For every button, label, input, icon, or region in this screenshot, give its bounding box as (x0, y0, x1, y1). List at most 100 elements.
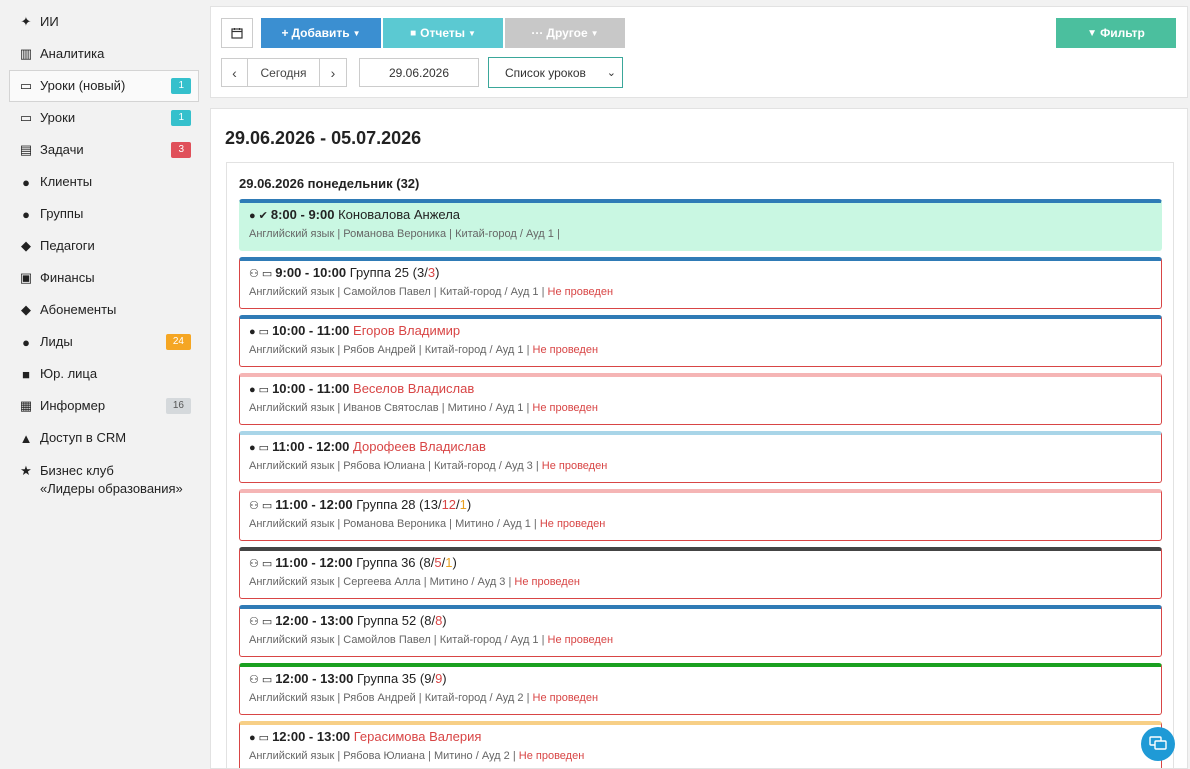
users-icon: ⚇ (249, 500, 259, 512)
count-badge: 24 (165, 334, 191, 350)
sidebar-item-label-line2: «Лидеры образования» (40, 481, 183, 496)
student-name[interactable]: Веселов Владислав (353, 381, 474, 396)
next-week-button[interactable]: › (320, 58, 347, 87)
sidebar-item-groups[interactable]: ● Группы (0, 198, 205, 230)
caret-down-icon: ▼ (352, 28, 361, 38)
sidebar-item-crm-access[interactable]: ▲ Доступ в CRM (0, 422, 205, 454)
sidebar-item-legal[interactable]: ■ Юр. лица (0, 358, 205, 390)
lesson-room: Митино / Ауд 3 (429, 576, 506, 588)
view-select[interactable]: Список уроков ⌄ (488, 57, 623, 88)
sidebar-item-lessons[interactable]: ▭ Уроки 1 (0, 102, 205, 134)
calendar-view-button[interactable] (221, 18, 253, 48)
group-name[interactable]: Группа 25 (350, 265, 409, 280)
filter-button[interactable]: ▼ Фильтр (1056, 18, 1176, 48)
toolbar: + Добавить ▼ ■ Отчеты ▼ ··· Другое ▼ ▼ Ф… (210, 6, 1188, 98)
lesson-subject: Английский язык (249, 402, 335, 414)
calendar-icon: ▭ (258, 442, 270, 454)
lesson-subject: Английский язык (249, 460, 335, 472)
user-icon: ● (22, 174, 30, 190)
lesson-details: Английский язык | Иванов Святослав | Мит… (249, 402, 598, 414)
lesson-subject: Английский язык (249, 634, 335, 646)
sidebar-item-leads[interactable]: ● Лиды 24 (0, 326, 205, 358)
lesson-details: Английский язык | Романова Вероника | Ки… (249, 228, 560, 240)
group-name[interactable]: Группа 35 (357, 671, 416, 686)
lesson-details: Английский язык | Сергеева Алла | Митино… (249, 576, 580, 588)
sidebar-item-label: Лиды (40, 334, 73, 349)
chat-icon (1149, 736, 1167, 750)
lesson-card[interactable]: ● ✔ 8:00 - 9:00 Коновалова Анжела Английски… (239, 199, 1162, 251)
today-button[interactable]: Сегодня (248, 58, 320, 87)
sidebar-item-analytics[interactable]: ▥ Аналитика (0, 38, 205, 70)
plus-icon: + (281, 26, 289, 40)
sidebar-item-label: Абонементы (40, 302, 117, 317)
date-input[interactable] (359, 58, 479, 87)
lesson-subject: Английский язык (249, 692, 335, 704)
lesson-status: Не проведен (547, 286, 614, 298)
student-name[interactable]: Коновалова Анжела (338, 207, 460, 222)
lesson-details: Английский язык | Романова Вероника | Ми… (249, 518, 606, 530)
lesson-teacher: Сергеева Алла (343, 576, 421, 588)
sidebar-item-label: Задачи (40, 142, 84, 157)
users-icon: ● (22, 206, 30, 222)
prev-week-button[interactable]: ‹ (221, 58, 248, 87)
chevron-left-icon: ‹ (232, 64, 237, 81)
sidebar-item-business-club[interactable]: ★ Бизнес клуб «Лидеры образования» (0, 454, 205, 496)
caret-down-icon: ▼ (467, 28, 476, 38)
group-name[interactable]: Группа 28 (356, 497, 415, 512)
lesson-room: Китай-город / Ауд 1 (439, 634, 539, 646)
sidebar-item-label: Группы (40, 206, 84, 221)
student-name[interactable]: Дорофеев Владислав (353, 439, 486, 454)
users-icon: ⚇ (249, 268, 259, 280)
lesson-room: Митино / Ауд 1 (447, 402, 524, 414)
sidebar-item-teachers[interactable]: ◆ Педагоги (0, 230, 205, 262)
sidebar-item-lessons-new[interactable]: ▭ Уроки (новый) 1 (9, 70, 199, 102)
sidebar-item-finance[interactable]: ▣ Финансы (0, 262, 205, 294)
sidebar-item-clients[interactable]: ● Клиенты (0, 166, 205, 198)
day-group: 29.06.2026 понедельник (32) ● ✔ 8:00 - 9:0… (226, 162, 1174, 768)
lesson-teacher: Рябов Андрей (343, 344, 416, 356)
lesson-card[interactable]: ⚇ ▭ 12:00 - 13:00 Группа 52 (8/8) Английски… (239, 605, 1162, 657)
chat-button[interactable] (1141, 727, 1175, 761)
group-name[interactable]: Группа 36 (356, 555, 415, 570)
sidebar-item-subscriptions[interactable]: ◆ Абонементы (0, 294, 205, 326)
sidebar-item-ai[interactable]: ✦ ИИ (0, 6, 205, 38)
lesson-card[interactable]: ● ▭ 10:00 - 11:00 Егоров Владимир Английски… (239, 315, 1162, 367)
user-icon: ● (249, 442, 256, 454)
tag-icon: ◆ (21, 302, 31, 317)
lesson-time: 11:00 - 12:00 (272, 439, 350, 454)
group-name[interactable]: Группа 52 (357, 613, 416, 628)
lesson-card[interactable]: ● ▭ 11:00 - 12:00 Дорофеев Владислав Англий… (239, 431, 1162, 483)
lesson-card[interactable]: ● ▭ 12:00 - 13:00 Герасимова Валерия Англий… (239, 721, 1162, 768)
add-button-label: Добавить (291, 26, 350, 40)
lesson-time: 12:00 - 13:00 (275, 613, 354, 628)
lesson-time: 10:00 - 11:00 (272, 381, 350, 396)
sidebar: ✦ ИИ ▥ Аналитика ▭ Уроки (новый) 1 ▭ Уроки 1 ▤ Зада… (0, 0, 205, 769)
lesson-card[interactable]: ⚇ ▭ 11:00 - 12:00 Группа 36 (8/5/1) Английс… (239, 547, 1162, 599)
count-badge: 1 (171, 110, 191, 126)
sidebar-item-label: ИИ (40, 14, 59, 29)
lesson-time: 9:00 - 10:00 (275, 265, 347, 280)
student-name[interactable]: Герасимова Валерия (354, 729, 482, 744)
reports-button[interactable]: ■ Отчеты ▼ (383, 18, 503, 48)
sidebar-item-label: Уроки (40, 110, 76, 125)
lesson-time: 10:00 - 11:00 (272, 323, 350, 338)
lesson-card[interactable]: ⚇ ▭ 11:00 - 12:00 Группа 28 (13/12/1) Англи… (239, 489, 1162, 541)
clipboard-icon: ▤ (19, 142, 33, 157)
lesson-card[interactable]: ⚇ ▭ 9:00 - 10:00 Группа 25 (3/3) Английский… (239, 257, 1162, 309)
other-button[interactable]: ··· Другое ▼ (505, 18, 625, 48)
sidebar-item-label: Педагоги (40, 238, 95, 253)
count-badge: 3 (171, 142, 191, 158)
lesson-subject: Английский язык (249, 344, 335, 356)
lesson-status: Не проведен (541, 460, 608, 472)
caret-down-icon: ▼ (590, 28, 599, 38)
lesson-teacher: Рябова Юлиана (343, 750, 425, 762)
student-name[interactable]: Егоров Владимир (353, 323, 460, 338)
lesson-time: 12:00 - 13:00 (275, 671, 354, 686)
lesson-card[interactable]: ⚇ ▭ 12:00 - 13:00 Группа 35 (9/9) Английски… (239, 663, 1162, 715)
lesson-card[interactable]: ● ▭ 10:00 - 11:00 Веселов Владислав Английс… (239, 373, 1162, 425)
sidebar-item-informer[interactable]: ▦ Информер 16 (0, 390, 205, 422)
attendance-count: 5 (434, 555, 442, 570)
lesson-subject: Английский язык (249, 750, 335, 762)
add-button[interactable]: + Добавить ▼ (261, 18, 381, 48)
sidebar-item-tasks[interactable]: ▤ Задачи 3 (0, 134, 205, 166)
